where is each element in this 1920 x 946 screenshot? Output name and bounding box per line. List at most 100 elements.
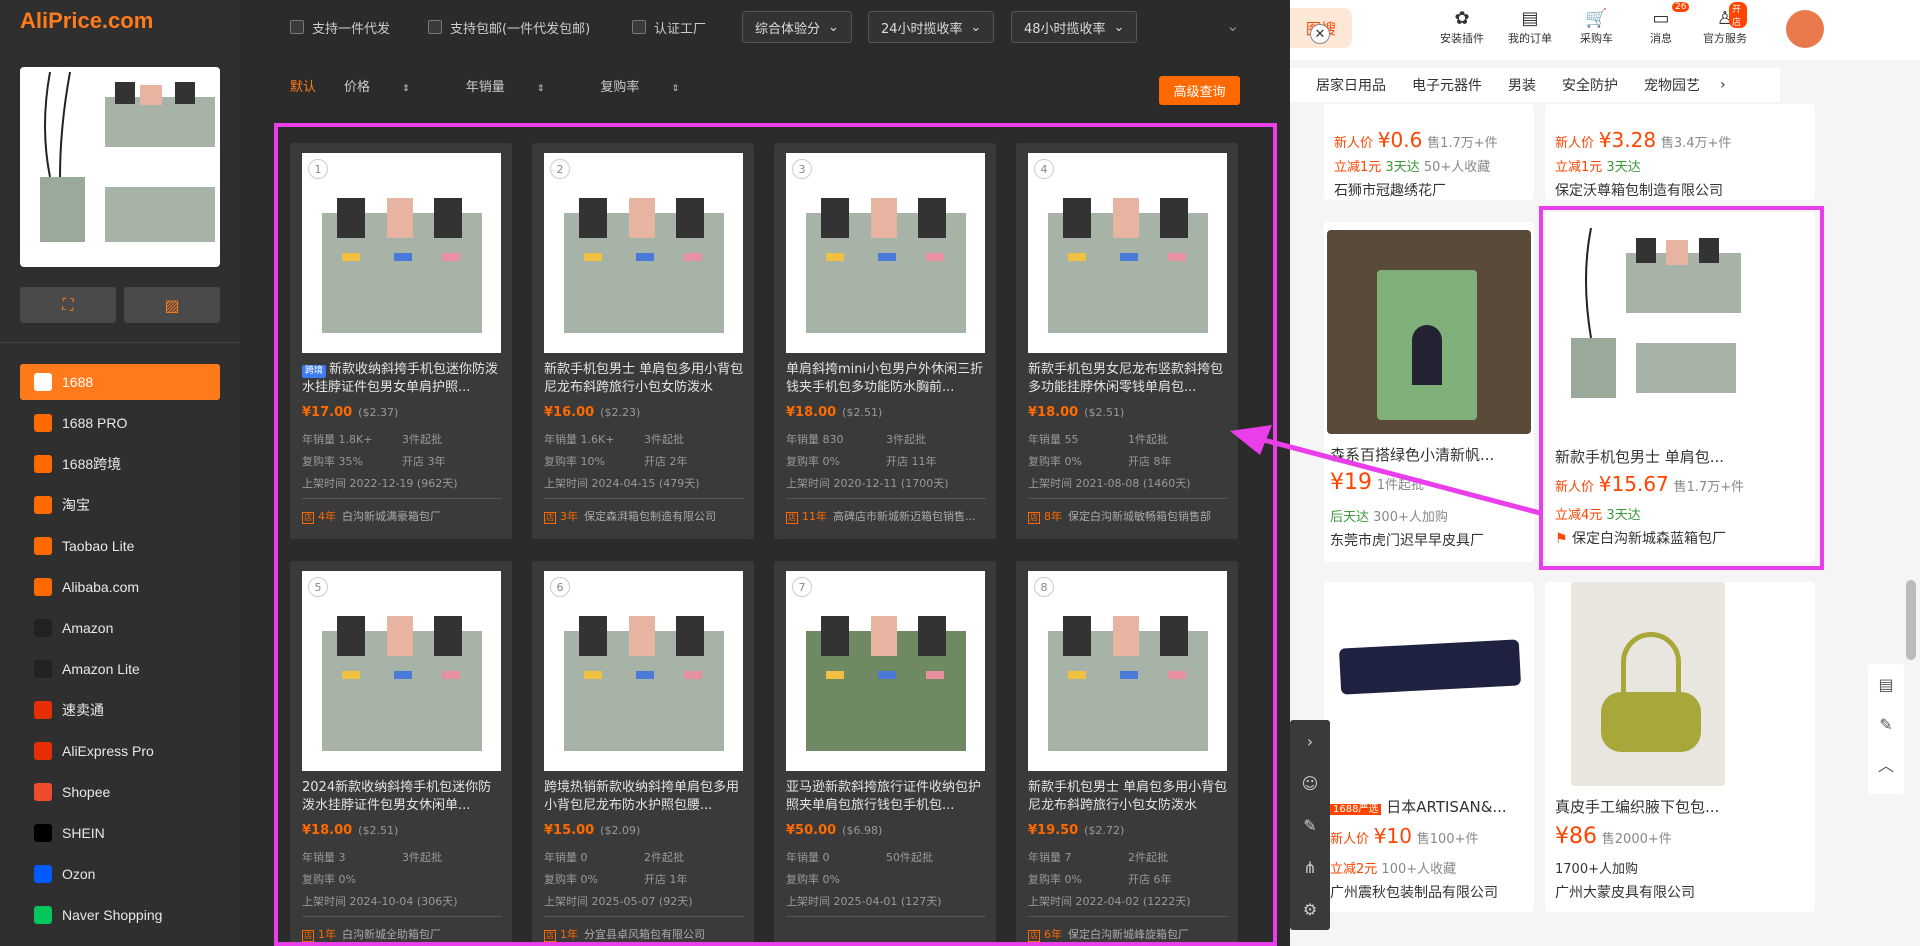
naver-icon bbox=[34, 906, 52, 924]
close-icon[interactable]: ✕ bbox=[1310, 24, 1330, 44]
annotation-arrow bbox=[1230, 425, 1541, 516]
my-orders-link[interactable]: ▤ 我的订单 bbox=[1508, 8, 1552, 46]
pickup-48h-dropdown[interactable]: 48小时揽收率 ⌄ bbox=[1011, 11, 1138, 43]
platform-item[interactable]: 淘宝 bbox=[20, 487, 220, 523]
bg-product-card[interactable]: 新人价 ¥0.6 售1.7万+件 立减1元 3天达 50+人收藏 石狮市冠趣绣花… bbox=[1324, 104, 1534, 200]
edit-icon[interactable]: ✎ bbox=[1868, 704, 1904, 744]
sort-arrows-icon: ⇕ bbox=[671, 84, 680, 94]
right-toolbar: ▤ ✎ ︿ bbox=[1868, 664, 1904, 794]
image-icon: ▨ bbox=[164, 295, 180, 315]
platform-item[interactable]: Ozon bbox=[20, 856, 220, 892]
platform-item[interactable]: 速卖通 bbox=[20, 692, 220, 728]
shopee-icon bbox=[34, 783, 52, 801]
platform-label: AliExpress Pro bbox=[62, 743, 154, 759]
settings-icon[interactable]: ⚙ bbox=[1290, 888, 1330, 930]
yanxuan-badge: 1688严选 bbox=[1330, 804, 1382, 815]
pickup-24h-dropdown[interactable]: 24小时揽收率 ⌄ bbox=[868, 11, 995, 43]
sort-default[interactable]: 默认 bbox=[290, 76, 316, 95]
platform-item[interactable]: 1688跨境 bbox=[20, 446, 220, 482]
taobao-lite-icon bbox=[34, 537, 52, 555]
platform-item[interactable]: 1688 PRO bbox=[20, 405, 220, 441]
share-icon[interactable]: ⋔ bbox=[1290, 846, 1330, 888]
platform-label: Alibaba.com bbox=[62, 579, 140, 595]
sidebar-divider bbox=[0, 342, 240, 343]
taobao-icon bbox=[34, 496, 52, 514]
sort-bar: 默认 价格 ⇕ 年销量 ⇕ 复购率 ⇕ bbox=[290, 76, 735, 95]
sort-annual-sales[interactable]: 年销量 ⇕ bbox=[466, 76, 573, 95]
highlight-box-source bbox=[1539, 206, 1824, 570]
bg-product-card[interactable]: 新人价 ¥3.28 售3.4万+件 立减1元 3天达 保定沃尊箱包制造有限公司 bbox=[1545, 104, 1815, 200]
platform-item[interactable]: Alibaba.com bbox=[20, 569, 220, 605]
advanced-search-button[interactable]: 高级查询 bbox=[1159, 76, 1240, 105]
chevron-down-icon: ⌄ bbox=[970, 19, 982, 35]
product-image bbox=[1330, 622, 1530, 712]
ozon-icon bbox=[34, 865, 52, 883]
edit-icon[interactable]: ✎ bbox=[1290, 804, 1330, 846]
bg-product-card[interactable]: 1688严选 日本ARTISAN&... 新人价 ¥10 售100+件 立减2元… bbox=[1324, 582, 1534, 912]
aliexpress-pro-icon bbox=[34, 742, 52, 760]
platform-label: 1688 bbox=[62, 374, 94, 390]
platform-item[interactable]: 1688 bbox=[20, 364, 220, 400]
chevron-down-icon: ⌄ bbox=[1113, 19, 1125, 35]
platform-item[interactable]: Taobao Lite bbox=[20, 528, 220, 564]
message-badge: 26 bbox=[1672, 2, 1690, 12]
platform-item[interactable]: SHEIN bbox=[20, 815, 220, 851]
cart-icon: 🛒 bbox=[1585, 8, 1608, 29]
query-image-preview bbox=[20, 67, 220, 267]
platform-label: Taobao Lite bbox=[62, 538, 135, 554]
platform-label: Amazon bbox=[62, 620, 114, 636]
back-to-top-icon[interactable]: ︿ bbox=[1868, 744, 1904, 784]
upload-image-button[interactable]: ▨ bbox=[124, 287, 220, 323]
expand-filters-icon[interactable]: ⌄ bbox=[1226, 16, 1239, 35]
category-item[interactable]: 安全防护 bbox=[1562, 75, 1618, 95]
category-item[interactable]: 男装 bbox=[1508, 75, 1536, 95]
category-item[interactable]: 电子元器件 bbox=[1412, 75, 1482, 95]
platform-label: 淘宝 bbox=[62, 497, 90, 513]
1688-icon bbox=[34, 373, 52, 391]
product-image bbox=[1327, 230, 1531, 434]
experience-score-dropdown[interactable]: 综合体验分 ⌄ bbox=[742, 11, 852, 43]
platform-label: 1688 PRO bbox=[62, 415, 128, 431]
bg-product-card[interactable]: 真皮手工编织腋下包包... ¥86 售2000+件 1700+人加购 广州大蒙皮… bbox=[1545, 582, 1815, 912]
platform-item[interactable]: Amazon Lite bbox=[20, 651, 220, 687]
avatar[interactable] bbox=[1786, 10, 1824, 48]
filter-certified-factory-checkbox[interactable]: 认证工厂 bbox=[632, 18, 706, 37]
platform-item[interactable]: Amazon bbox=[20, 610, 220, 646]
category-item[interactable]: 居家日用品 bbox=[1316, 75, 1386, 95]
crop-icon: ⛶ bbox=[62, 295, 74, 314]
platform-item[interactable]: Shopee bbox=[20, 774, 220, 810]
aliprice-sidebar: AliPrice.com ⛶ ▨ 1688 1688 PRO 1688跨境 淘宝 Tao… bbox=[0, 0, 240, 946]
cart-link[interactable]: 🛒 采购车 bbox=[1580, 8, 1613, 46]
platform-label: Amazon Lite bbox=[62, 661, 140, 677]
platform-label: SHEIN bbox=[62, 825, 105, 841]
highlight-box-results bbox=[274, 123, 1277, 946]
chevron-right-icon[interactable]: › bbox=[1290, 720, 1330, 762]
install-plugin-link[interactable]: ✿ 安装插件 bbox=[1440, 8, 1484, 46]
filter-dropship-checkbox[interactable]: 支持一件代发 bbox=[290, 18, 390, 37]
sort-repurchase-rate[interactable]: 复购率 ⇕ bbox=[600, 76, 707, 95]
crop-button[interactable]: ⛶ bbox=[20, 287, 116, 323]
platform-item[interactable]: AliExpress Pro bbox=[20, 733, 220, 769]
official-service-link[interactable]: ♙ 官方服务 开店 bbox=[1703, 2, 1747, 46]
alibaba-icon bbox=[34, 578, 52, 596]
chevron-right-icon[interactable]: › bbox=[1720, 77, 1726, 93]
shein-icon bbox=[34, 824, 52, 842]
sort-price[interactable]: 价格 ⇕ bbox=[344, 76, 438, 95]
category-item[interactable]: 宠物园艺 bbox=[1644, 75, 1700, 95]
background-header: 图搜 ✿安装插件 ▤我的订单 🛒采购车 ▭消息 26 ♙官方服务 开店 bbox=[1290, 0, 1920, 60]
chat-icon: ▭ bbox=[1652, 8, 1670, 29]
float-toolbar: › ☺ ✎ ⋔ ⚙ bbox=[1290, 720, 1330, 930]
amazon-icon bbox=[34, 619, 52, 637]
messages-link[interactable]: ▭ 消息 26 bbox=[1650, 2, 1690, 46]
filter-free-shipping-checkbox[interactable]: 支持包邮(一件代发包邮) bbox=[428, 18, 590, 37]
platform-label: Shopee bbox=[62, 784, 111, 800]
platform-label: 1688跨境 bbox=[62, 456, 122, 472]
clipboard-icon: ▤ bbox=[1521, 8, 1539, 29]
chevron-down-icon: ⌄ bbox=[828, 19, 839, 35]
chat-bubble-icon[interactable]: ☺ bbox=[1290, 762, 1330, 804]
notes-icon[interactable]: ▤ bbox=[1868, 664, 1904, 704]
sort-arrows-icon: ⇕ bbox=[402, 84, 410, 94]
platform-item[interactable]: Naver Shopping bbox=[20, 897, 220, 933]
platform-label: 速卖通 bbox=[62, 702, 104, 718]
page-scrollbar[interactable] bbox=[1906, 580, 1916, 660]
